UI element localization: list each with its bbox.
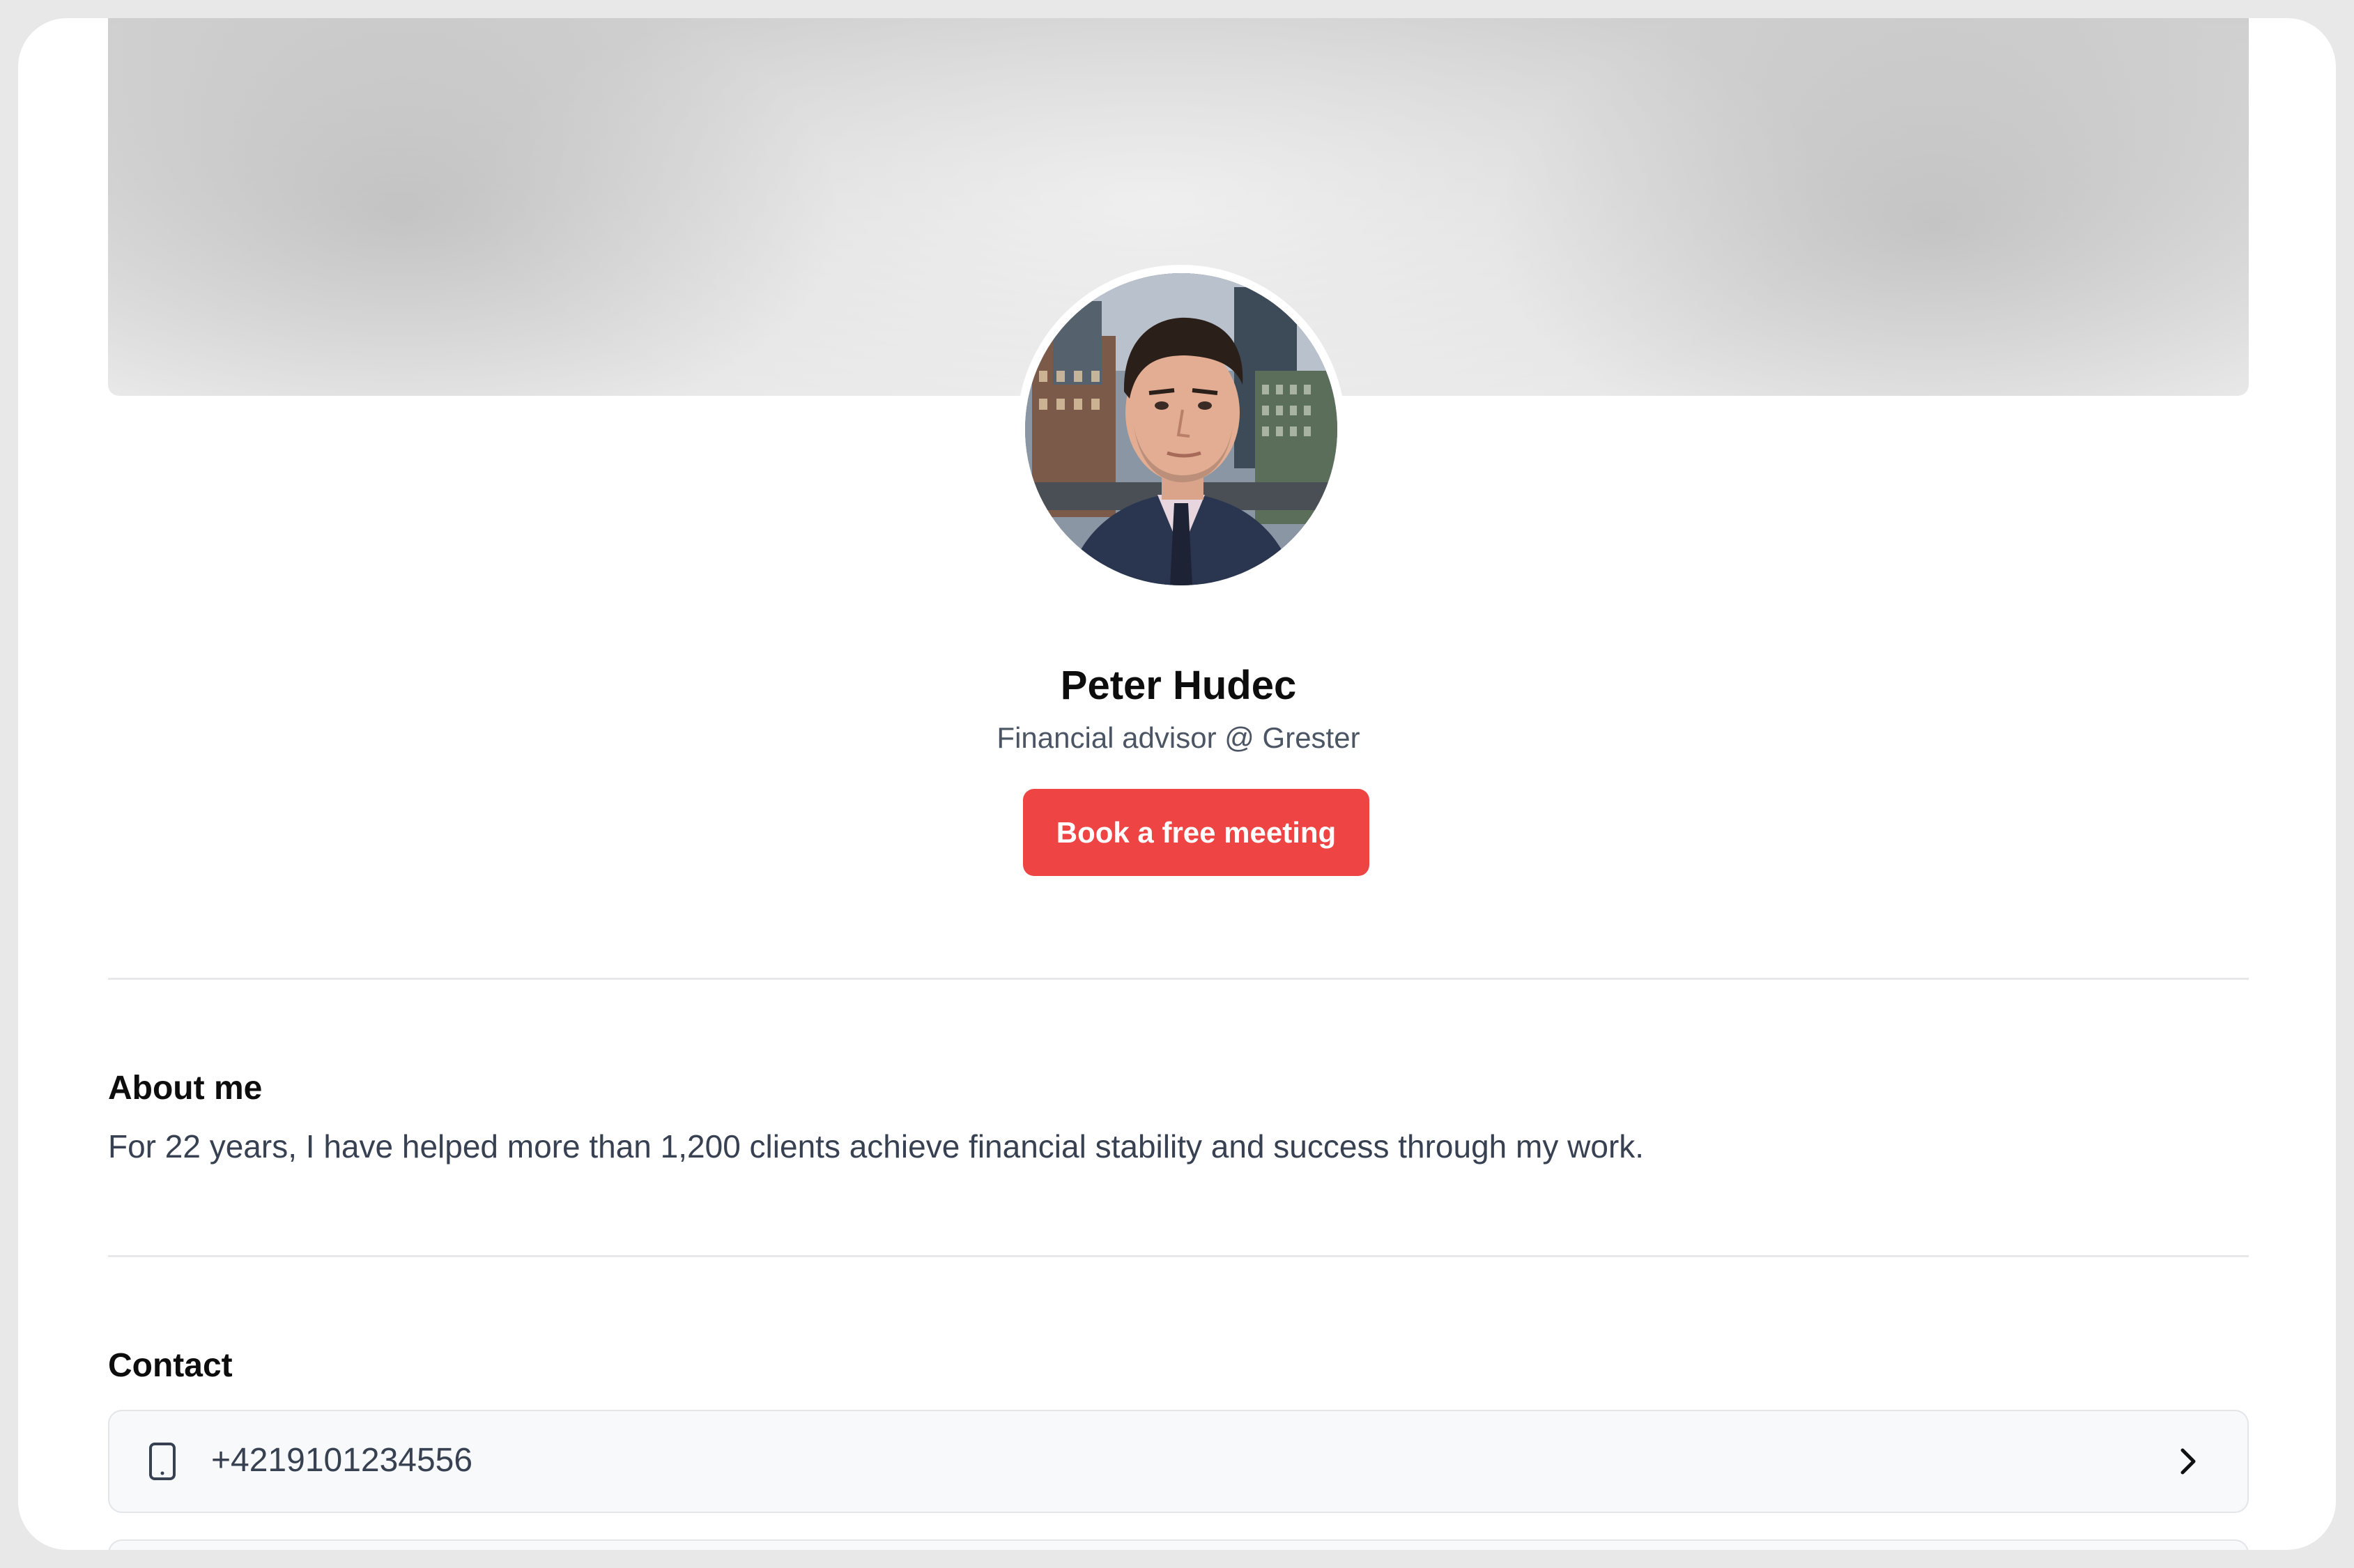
- screen: Peter Hudec Financial advisor @ Grester …: [18, 18, 2336, 1550]
- about-heading: About me: [108, 1070, 263, 1107]
- chevron-right-icon: [2180, 1448, 2196, 1475]
- avatar-photo: [1025, 273, 1337, 585]
- device-frame: Peter Hudec Financial advisor @ Grester …: [0, 0, 2354, 1568]
- divider: [108, 1255, 2249, 1257]
- about-text: For 22 years, I have helped more than 1,…: [108, 1128, 1645, 1165]
- avatar: [1017, 265, 1346, 594]
- contact-heading: Contact: [108, 1347, 233, 1384]
- divider: [108, 978, 2249, 980]
- contact-phone-row[interactable]: +4219101234556: [108, 1410, 2249, 1513]
- profile-page: Peter Hudec Financial advisor @ Grester …: [108, 18, 2249, 1550]
- avatar-illustration: [1025, 273, 1337, 585]
- book-meeting-button[interactable]: Book a free meeting: [1023, 789, 1369, 876]
- contact-phone-value: +4219101234556: [211, 1442, 473, 1479]
- contact-row[interactable]: [108, 1539, 2249, 1550]
- profile-name: Peter Hudec: [1060, 663, 1297, 708]
- phone-icon: [149, 1443, 176, 1480]
- profile-subtitle: Financial advisor @ Grester: [997, 721, 1360, 754]
